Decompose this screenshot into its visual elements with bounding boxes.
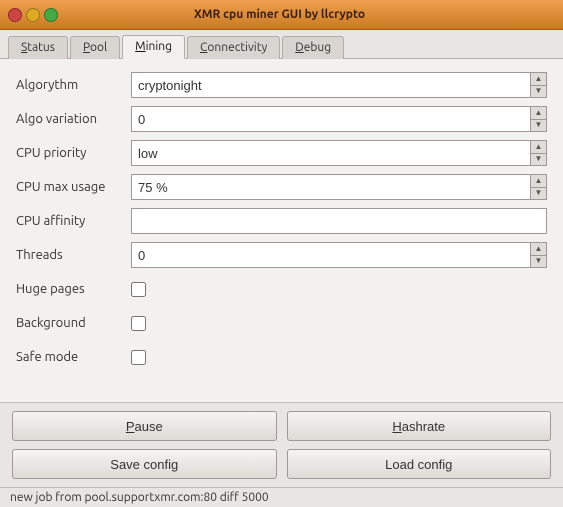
huge-pages-row: Huge pages	[16, 275, 547, 303]
cpu-max-usage-control: ▲ ▼	[131, 174, 547, 200]
hashrate-button-label: Hashrate	[392, 419, 445, 434]
main-content: Algorythm ▲ ▼ Algo variation ▲ ▼	[0, 59, 563, 402]
cpu-max-usage-spinbox[interactable]: ▲ ▼	[131, 174, 547, 200]
secondary-button-row: Save config Load config	[0, 449, 563, 487]
tab-status-label: Status	[21, 41, 55, 54]
pause-button[interactable]: Pause	[12, 411, 277, 441]
threads-label: Threads	[16, 248, 131, 262]
threads-input[interactable]	[132, 243, 530, 267]
cpu-max-usage-down-button[interactable]: ▼	[531, 188, 546, 200]
algo-variation-spinbox[interactable]: ▲ ▼	[131, 106, 547, 132]
algorythm-down-button[interactable]: ▼	[531, 86, 546, 98]
save-config-button[interactable]: Save config	[12, 449, 277, 479]
algorythm-up-button[interactable]: ▲	[531, 73, 546, 86]
threads-spinbox-buttons: ▲ ▼	[530, 243, 546, 267]
threads-control: ▲ ▼	[131, 242, 547, 268]
tab-connectivity-label: Connectivity	[200, 41, 267, 54]
threads-row: Threads ▲ ▼	[16, 241, 547, 269]
tab-pool-label: Pool	[83, 41, 107, 54]
safe-mode-row: Safe mode	[16, 343, 547, 371]
cpu-affinity-control	[131, 208, 547, 234]
cpu-priority-down-button[interactable]: ▼	[531, 154, 546, 166]
cpu-priority-row: CPU priority ▲ ▼	[16, 139, 547, 167]
background-row: Background	[16, 309, 547, 337]
window-title: XMR cpu miner GUI by llcrypto	[4, 8, 555, 21]
algorythm-control: ▲ ▼	[131, 72, 547, 98]
cpu-priority-spinbox[interactable]: ▲ ▼	[131, 140, 547, 166]
cpu-priority-control: ▲ ▼	[131, 140, 547, 166]
cpu-max-usage-spinbox-buttons: ▲ ▼	[530, 175, 546, 199]
status-bar: new job from pool.supportxmr.com:80 diff…	[0, 487, 563, 507]
algo-variation-row: Algo variation ▲ ▼	[16, 105, 547, 133]
background-control	[131, 316, 547, 331]
background-checkbox[interactable]	[131, 316, 146, 331]
huge-pages-control	[131, 282, 547, 297]
safe-mode-checkbox[interactable]	[131, 350, 146, 365]
threads-up-button[interactable]: ▲	[531, 243, 546, 256]
cpu-affinity-row: CPU affinity	[16, 207, 547, 235]
safe-mode-control	[131, 350, 547, 365]
algorythm-label: Algorythm	[16, 78, 131, 92]
tab-mining-label: Mining	[135, 40, 172, 53]
status-text: new job from pool.supportxmr.com:80 diff…	[10, 491, 269, 504]
algorythm-spinbox[interactable]: ▲ ▼	[131, 72, 547, 98]
cpu-priority-label: CPU priority	[16, 146, 131, 160]
tab-bar: Status Pool Mining Connectivity Debug	[0, 30, 563, 59]
cpu-max-usage-input[interactable]	[132, 175, 530, 199]
threads-spinbox[interactable]: ▲ ▼	[131, 242, 547, 268]
algo-variation-input[interactable]	[132, 107, 530, 131]
title-bar: XMR cpu miner GUI by llcrypto	[0, 0, 563, 30]
algo-variation-down-button[interactable]: ▼	[531, 120, 546, 132]
cpu-priority-input[interactable]	[132, 141, 530, 165]
cpu-affinity-label: CPU affinity	[16, 214, 131, 228]
load-config-button[interactable]: Load config	[287, 449, 552, 479]
hashrate-button[interactable]: Hashrate	[287, 411, 552, 441]
algorythm-spinbox-buttons: ▲ ▼	[530, 73, 546, 97]
algorythm-input[interactable]	[132, 73, 530, 97]
tab-debug-label: Debug	[295, 41, 331, 54]
cpu-max-usage-up-button[interactable]: ▲	[531, 175, 546, 188]
cpu-max-usage-label: CPU max usage	[16, 180, 131, 194]
cpu-affinity-input[interactable]	[131, 208, 547, 234]
tab-mining[interactable]: Mining	[122, 35, 185, 59]
primary-button-row: Pause Hashrate	[0, 402, 563, 449]
tab-connectivity[interactable]: Connectivity	[187, 36, 280, 59]
algo-variation-label: Algo variation	[16, 112, 131, 126]
tab-debug[interactable]: Debug	[282, 36, 344, 59]
cpu-max-usage-row: CPU max usage ▲ ▼	[16, 173, 547, 201]
safe-mode-label: Safe mode	[16, 350, 131, 364]
algo-variation-control: ▲ ▼	[131, 106, 547, 132]
huge-pages-label: Huge pages	[16, 282, 131, 296]
background-label: Background	[16, 316, 131, 330]
save-config-label: Save config	[110, 457, 178, 472]
huge-pages-checkbox[interactable]	[131, 282, 146, 297]
cpu-priority-up-button[interactable]: ▲	[531, 141, 546, 154]
load-config-label: Load config	[385, 457, 452, 472]
algorythm-row: Algorythm ▲ ▼	[16, 71, 547, 99]
algo-variation-spinbox-buttons: ▲ ▼	[530, 107, 546, 131]
tab-pool[interactable]: Pool	[70, 36, 120, 59]
cpu-priority-spinbox-buttons: ▲ ▼	[530, 141, 546, 165]
algo-variation-up-button[interactable]: ▲	[531, 107, 546, 120]
threads-down-button[interactable]: ▼	[531, 256, 546, 268]
tab-status[interactable]: Status	[8, 36, 68, 59]
pause-button-label: Pause	[126, 419, 163, 434]
